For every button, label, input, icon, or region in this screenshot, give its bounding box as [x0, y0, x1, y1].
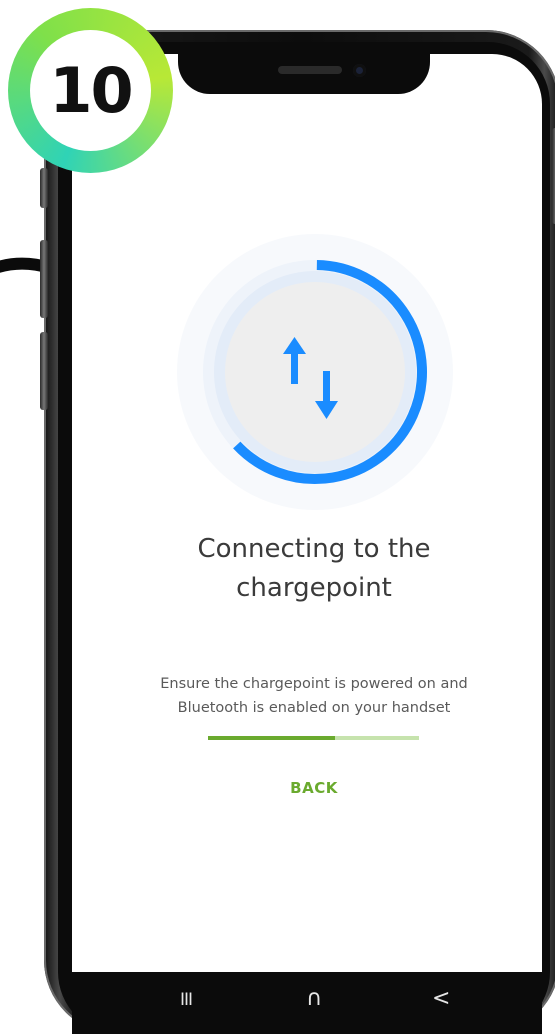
- home-nav-button[interactable]: ∩: [306, 986, 322, 1011]
- step-progress-bar: [208, 736, 419, 740]
- step-progress-fill: [208, 736, 335, 740]
- page-title-line-1: Connecting to the: [197, 534, 431, 564]
- back-nav-button[interactable]: <: [432, 986, 450, 1011]
- earpiece-speaker: [278, 66, 342, 74]
- instructions-text: Ensure the chargepoint is powered on and…: [130, 672, 498, 720]
- page-title: Connecting to the chargepoint: [150, 530, 478, 608]
- phone-side-button: [40, 168, 48, 208]
- phone-volume-up-button: [40, 240, 48, 318]
- back-button[interactable]: BACK: [260, 779, 368, 797]
- illustration: Connecting to the chargepoint Ensure the…: [0, 0, 555, 1034]
- step-number-badge-inner: 10: [30, 30, 151, 151]
- step-number-badge: 10: [8, 8, 173, 173]
- icon-disc: [225, 282, 405, 462]
- page-title-line-2: chargepoint: [236, 573, 392, 603]
- connecting-graphic: [177, 234, 453, 510]
- instructions-line-1: Ensure the chargepoint is powered on and: [160, 676, 468, 692]
- front-camera: [353, 64, 366, 77]
- recents-nav-button[interactable]: III: [180, 990, 193, 1010]
- instructions-line-2: Bluetooth is enabled on your handset: [177, 700, 451, 716]
- step-number: 10: [49, 54, 133, 127]
- phone-volume-down-button: [40, 332, 48, 410]
